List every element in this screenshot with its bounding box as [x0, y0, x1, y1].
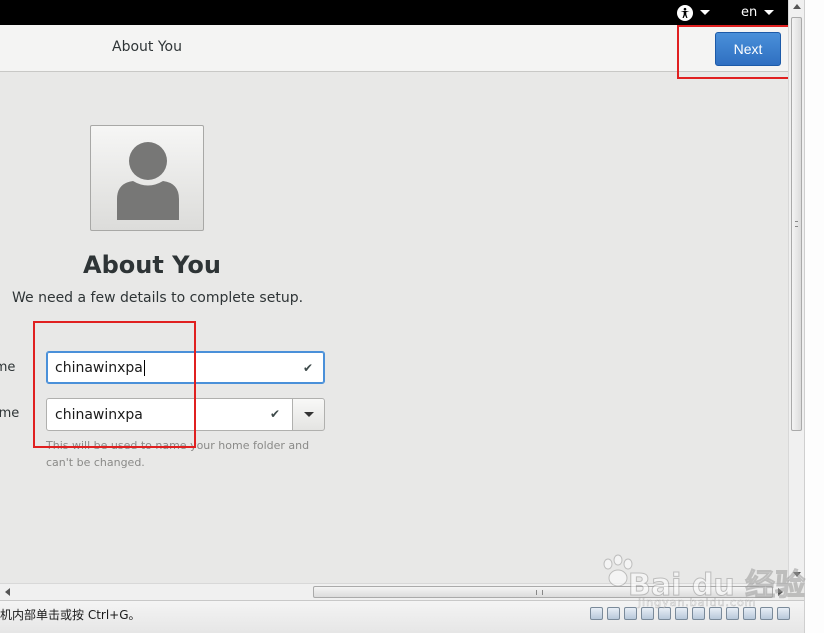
- header-title: About You: [112, 39, 182, 55]
- top-bar: en: [0, 0, 788, 25]
- check-icon: ✔: [270, 407, 281, 421]
- grip-icon: [795, 221, 798, 227]
- header-bar: About You: [0, 25, 788, 72]
- vm-window: en About You Next About You We need a fe…: [0, 0, 824, 633]
- baidu-watermark: Bai du 经验 jingyan.baidu.com: [598, 546, 806, 616]
- status-text: 机内部单击或按 Ctrl+G。: [0, 608, 141, 622]
- page-title: About You: [83, 251, 221, 279]
- full-name-label: Name: [0, 360, 16, 375]
- chevron-down-icon: [700, 10, 710, 15]
- scroll-left-arrow-icon[interactable]: [5, 588, 10, 596]
- highlight-box-fields: [33, 321, 196, 448]
- grip-icon: [536, 590, 543, 595]
- window-edge: [804, 0, 824, 633]
- username-dropdown-button[interactable]: [292, 398, 325, 431]
- vertical-scroll-thumb[interactable]: [791, 17, 802, 431]
- language-menu[interactable]: en: [741, 0, 775, 25]
- scroll-up-arrow-icon[interactable]: [793, 4, 801, 9]
- accessibility-icon: [677, 4, 693, 21]
- chevron-down-icon: [303, 412, 314, 417]
- check-icon: ✔: [303, 361, 314, 375]
- chevron-down-icon: [764, 10, 775, 15]
- watermark-url: jingyan.baidu.com: [638, 596, 757, 610]
- username-label: Username: [0, 406, 20, 421]
- language-label: en: [741, 5, 758, 20]
- vertical-scrollbar[interactable]: [788, 0, 804, 583]
- accessibility-menu[interactable]: [677, 0, 710, 25]
- highlight-box-next: [677, 25, 800, 79]
- avatar-button[interactable]: [90, 125, 204, 231]
- page-subtitle: We need a few details to complete setup.: [12, 290, 304, 306]
- user-avatar-icon: [117, 142, 179, 220]
